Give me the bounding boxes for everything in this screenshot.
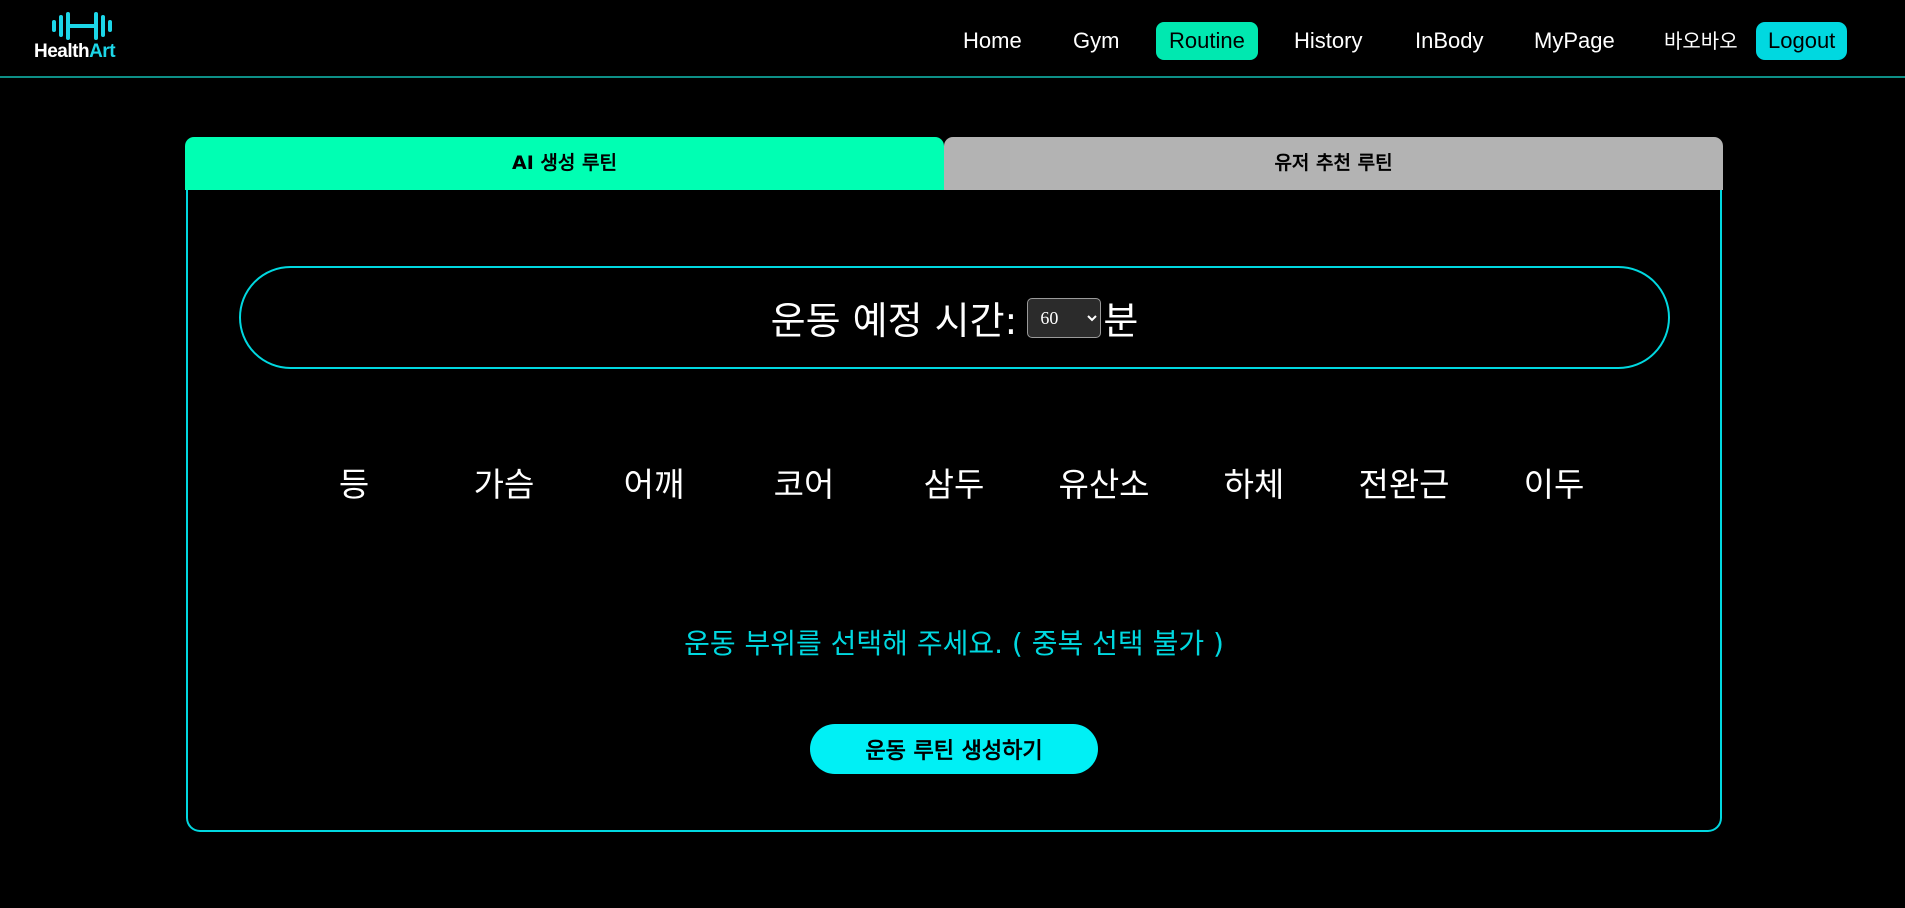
selection-instruction: 운동 부위를 선택해 주세요. ( 중복 선택 불가 )	[684, 627, 1224, 660]
nav-history[interactable]: History	[1281, 22, 1375, 60]
nav-home[interactable]: Home	[950, 22, 1035, 60]
logout-button[interactable]: Logout	[1756, 22, 1848, 60]
nav-gym[interactable]: Gym	[1060, 22, 1132, 60]
nav-inbody[interactable]: InBody	[1402, 22, 1497, 60]
workout-time-unit: 분	[1103, 299, 1139, 343]
body-part-core[interactable]: 코어	[744, 460, 864, 510]
body-part-legs[interactable]: 하체	[1194, 460, 1314, 510]
tab-ai-routine[interactable]: AI 생성 루틴	[185, 137, 944, 190]
body-part-forearm[interactable]: 전완근	[1344, 460, 1464, 510]
body-part-triceps[interactable]: 삼두	[894, 460, 1014, 510]
generate-routine-button[interactable]: 운동 루틴 생성하기	[810, 724, 1098, 774]
user-name: 바오바오	[1664, 29, 1738, 53]
workout-time-select[interactable]: 60	[1027, 297, 1102, 338]
workout-time-box: 운동 예정 시간: 60 분	[239, 266, 1670, 369]
body-part-chest[interactable]: 가슴	[444, 460, 564, 510]
top-navbar: HealthArt Home Gym Routine History InBod…	[0, 0, 1905, 78]
workout-time-label: 운동 예정 시간:	[770, 299, 1018, 343]
main-nav: Home Gym Routine History InBody MyPage	[0, 22, 1905, 62]
tab-user-routine[interactable]: 유저 추천 루틴	[944, 137, 1723, 190]
nav-routine[interactable]: Routine	[1156, 22, 1258, 60]
nav-mypage[interactable]: MyPage	[1521, 22, 1628, 60]
body-part-biceps[interactable]: 이두	[1494, 460, 1614, 510]
body-part-shoulder[interactable]: 어깨	[594, 460, 714, 510]
body-part-back[interactable]: 등	[294, 460, 414, 510]
body-part-cardio[interactable]: 유산소	[1044, 460, 1164, 510]
